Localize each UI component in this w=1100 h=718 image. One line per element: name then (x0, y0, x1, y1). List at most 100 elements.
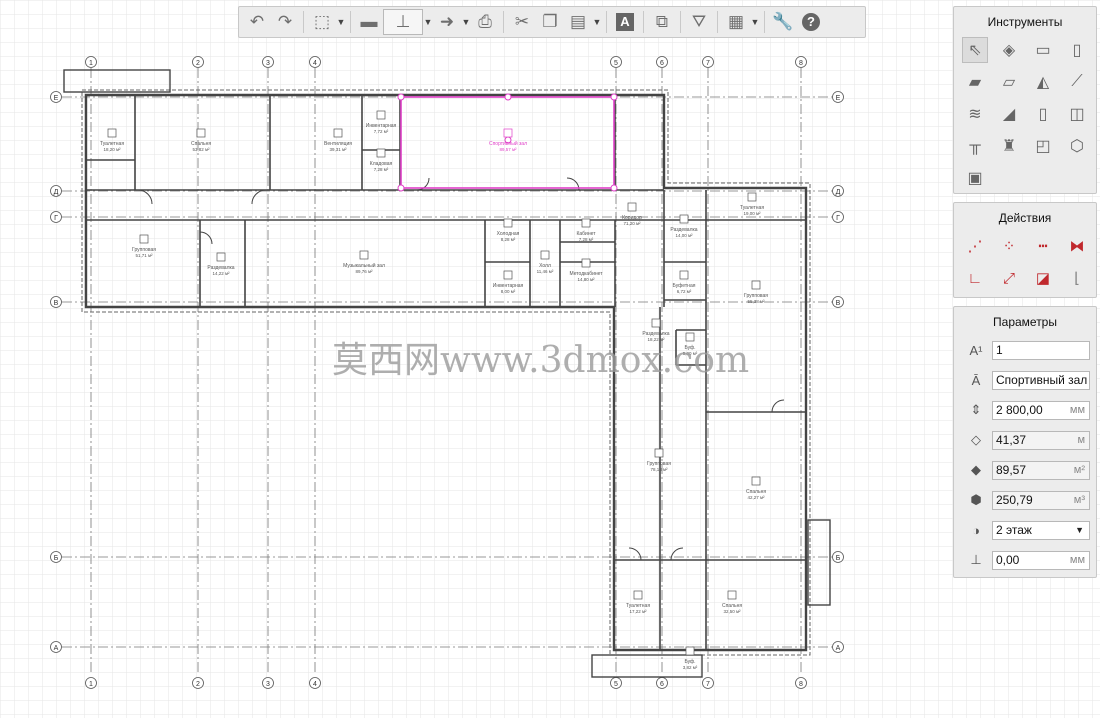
room-tool[interactable]: ▣ (962, 165, 988, 191)
floor-icon: ▱ (1002, 74, 1016, 91)
column-tool[interactable]: ▯ (1064, 37, 1090, 63)
axis-label: Г (54, 215, 58, 222)
dropdown-arrow-icon[interactable]: ▼ (461, 17, 471, 27)
filter-button[interactable]: ⛛ (685, 9, 713, 35)
view-3d-button[interactable]: ⬚ (308, 9, 336, 35)
axis-label: Д (54, 189, 59, 196)
axis-label: Г (836, 215, 840, 222)
axis-bubble: Е (50, 91, 62, 103)
wall-tool[interactable]: ▭ (1030, 37, 1056, 63)
text-button[interactable]: A (611, 9, 639, 35)
window-tool[interactable]: ◫ (1064, 101, 1090, 127)
table-icon: ▦ (727, 12, 745, 31)
stretch-action[interactable]: ⤢ (996, 265, 1022, 291)
axis-label: Е (836, 95, 841, 102)
watermark-text: 莫西网www.3dmox.com (332, 340, 749, 381)
offset-field[interactable]: 0,00 мм (992, 550, 1090, 570)
axis-bubble: 1 (85, 56, 97, 68)
profile-tool[interactable]: ◰ (1030, 133, 1056, 159)
open-button[interactable]: ▬ (355, 9, 383, 35)
rotate-icon: ⁘ (1002, 238, 1016, 255)
room-name-icon: Ā (971, 372, 981, 388)
offset-value: 0,00 (996, 553, 1020, 567)
chevron-down-icon: ▼ (1075, 525, 1084, 535)
room-number-field[interactable]: 1 (992, 340, 1090, 360)
layers-button[interactable]: ⧉ (648, 9, 676, 35)
roof-tool[interactable]: ◭ (1030, 69, 1056, 95)
slab-icon: ▰ (968, 74, 982, 91)
cut-button[interactable]: ✂ (508, 9, 536, 35)
roof-icon: ◭ (1036, 74, 1050, 91)
offset-action[interactable]: ◪ (1030, 265, 1056, 291)
axis-bubble: 4 (309, 56, 321, 68)
beam-tool[interactable]: ⟋ (1064, 69, 1090, 95)
stretch-icon: ⤢ (1002, 269, 1015, 287)
properties-button[interactable]: ▦ (722, 9, 750, 35)
settings-button[interactable]: 🔧 (769, 9, 797, 35)
railing-tool[interactable]: ╥ (962, 133, 988, 159)
dropdown-arrow-icon[interactable]: ▼ (592, 17, 602, 27)
slab-tool[interactable]: ▰ (962, 69, 988, 95)
room-area: 39,31 м² (329, 147, 347, 152)
floor-tool[interactable]: ▱ (996, 69, 1022, 95)
axis-bubble: 3 (262, 56, 274, 68)
dropdown-arrow-icon[interactable]: ▼ (750, 17, 760, 27)
perimeter-value: 41,37 (996, 433, 1027, 447)
axis-bubble: А (50, 641, 62, 653)
undo-button[interactable]: ↶ (243, 9, 271, 35)
room-area: 17,22 м² (629, 609, 647, 614)
room-area: 53,82 м² (192, 147, 210, 152)
funnel-icon: ⛛ (691, 12, 707, 31)
dropdown-arrow-icon[interactable]: ▼ (336, 17, 346, 27)
height-field[interactable]: 2 800,00 мм (992, 400, 1090, 420)
axis-label: Д (836, 189, 841, 196)
door-icon: ▯ (1038, 106, 1048, 123)
room-name-field[interactable]: Спортивный зал (992, 370, 1090, 390)
height-icon: ⇕ (970, 402, 982, 417)
axis-bubble: Д (50, 185, 62, 197)
paste-icon: ▤ (569, 12, 587, 31)
furniture-tool[interactable]: ♜ (996, 133, 1022, 159)
copy-action[interactable]: ┅ (1030, 233, 1056, 259)
text-icon: A (616, 13, 634, 31)
layers-icon: ⧉ (655, 12, 669, 31)
axis-bubble: Б (832, 551, 844, 563)
ramp-icon: ◢ (1002, 106, 1016, 123)
floor-level-icon: ◑ (972, 522, 980, 538)
trim-action[interactable]: ⌊ (1064, 265, 1090, 291)
move-action[interactable]: ⋰ (962, 233, 988, 259)
ramp-tool[interactable]: ◢ (996, 101, 1022, 127)
print-button[interactable]: ⎙ (471, 9, 499, 35)
floor-plan-canvas[interactable]: 1122334455667788Е ЕД ДГ ГВ ВБ БА А Туале… (0, 0, 1100, 718)
select-tool[interactable]: ⇖ (962, 37, 988, 63)
axis-label: 3 (266, 60, 270, 67)
copy-button[interactable]: ❐ (536, 9, 564, 35)
import-button[interactable]: ⊥ (383, 9, 423, 35)
profile-icon: ◰ (1035, 138, 1051, 155)
axis-label: А (54, 645, 59, 652)
redo-icon: ↷ (277, 12, 293, 31)
redo-button[interactable]: ↷ (271, 9, 299, 35)
dropdown-arrow-icon[interactable]: ▼ (423, 17, 433, 27)
help-button[interactable]: ? (797, 9, 825, 35)
parameters-title: Параметры (993, 315, 1057, 329)
export-button[interactable]: ➜ (433, 9, 461, 35)
axis-bubble: 1 (85, 677, 97, 689)
room-area: 78,18 м² (650, 467, 668, 472)
mirror-action[interactable]: ⧓ (1064, 233, 1090, 259)
corner-action[interactable]: ∟ (962, 265, 988, 291)
help-icon: ? (802, 13, 820, 31)
axis-label: 8 (799, 60, 803, 67)
axis-bubble: 3 (262, 677, 274, 689)
height-unit: мм (1069, 404, 1085, 416)
shell-tool[interactable]: ⬡ (1064, 133, 1090, 159)
rotate-action[interactable]: ⁘ (996, 233, 1022, 259)
door-tool[interactable]: ▯ (1030, 101, 1056, 127)
mirror-icon: ⧓ (1069, 238, 1085, 255)
floor-select[interactable]: 2 этаж ▼ (992, 520, 1090, 540)
stairs-tool[interactable]: ≋ (962, 101, 988, 127)
object-tool[interactable]: ◈ (996, 37, 1022, 63)
offset-icon: ⊥ (970, 552, 982, 567)
actions-grid: ⋰ ⁘ ┅ ⧓ ∟ ⤢ ◪ ⌊ (954, 231, 1096, 291)
paste-button[interactable]: ▤ (564, 9, 592, 35)
